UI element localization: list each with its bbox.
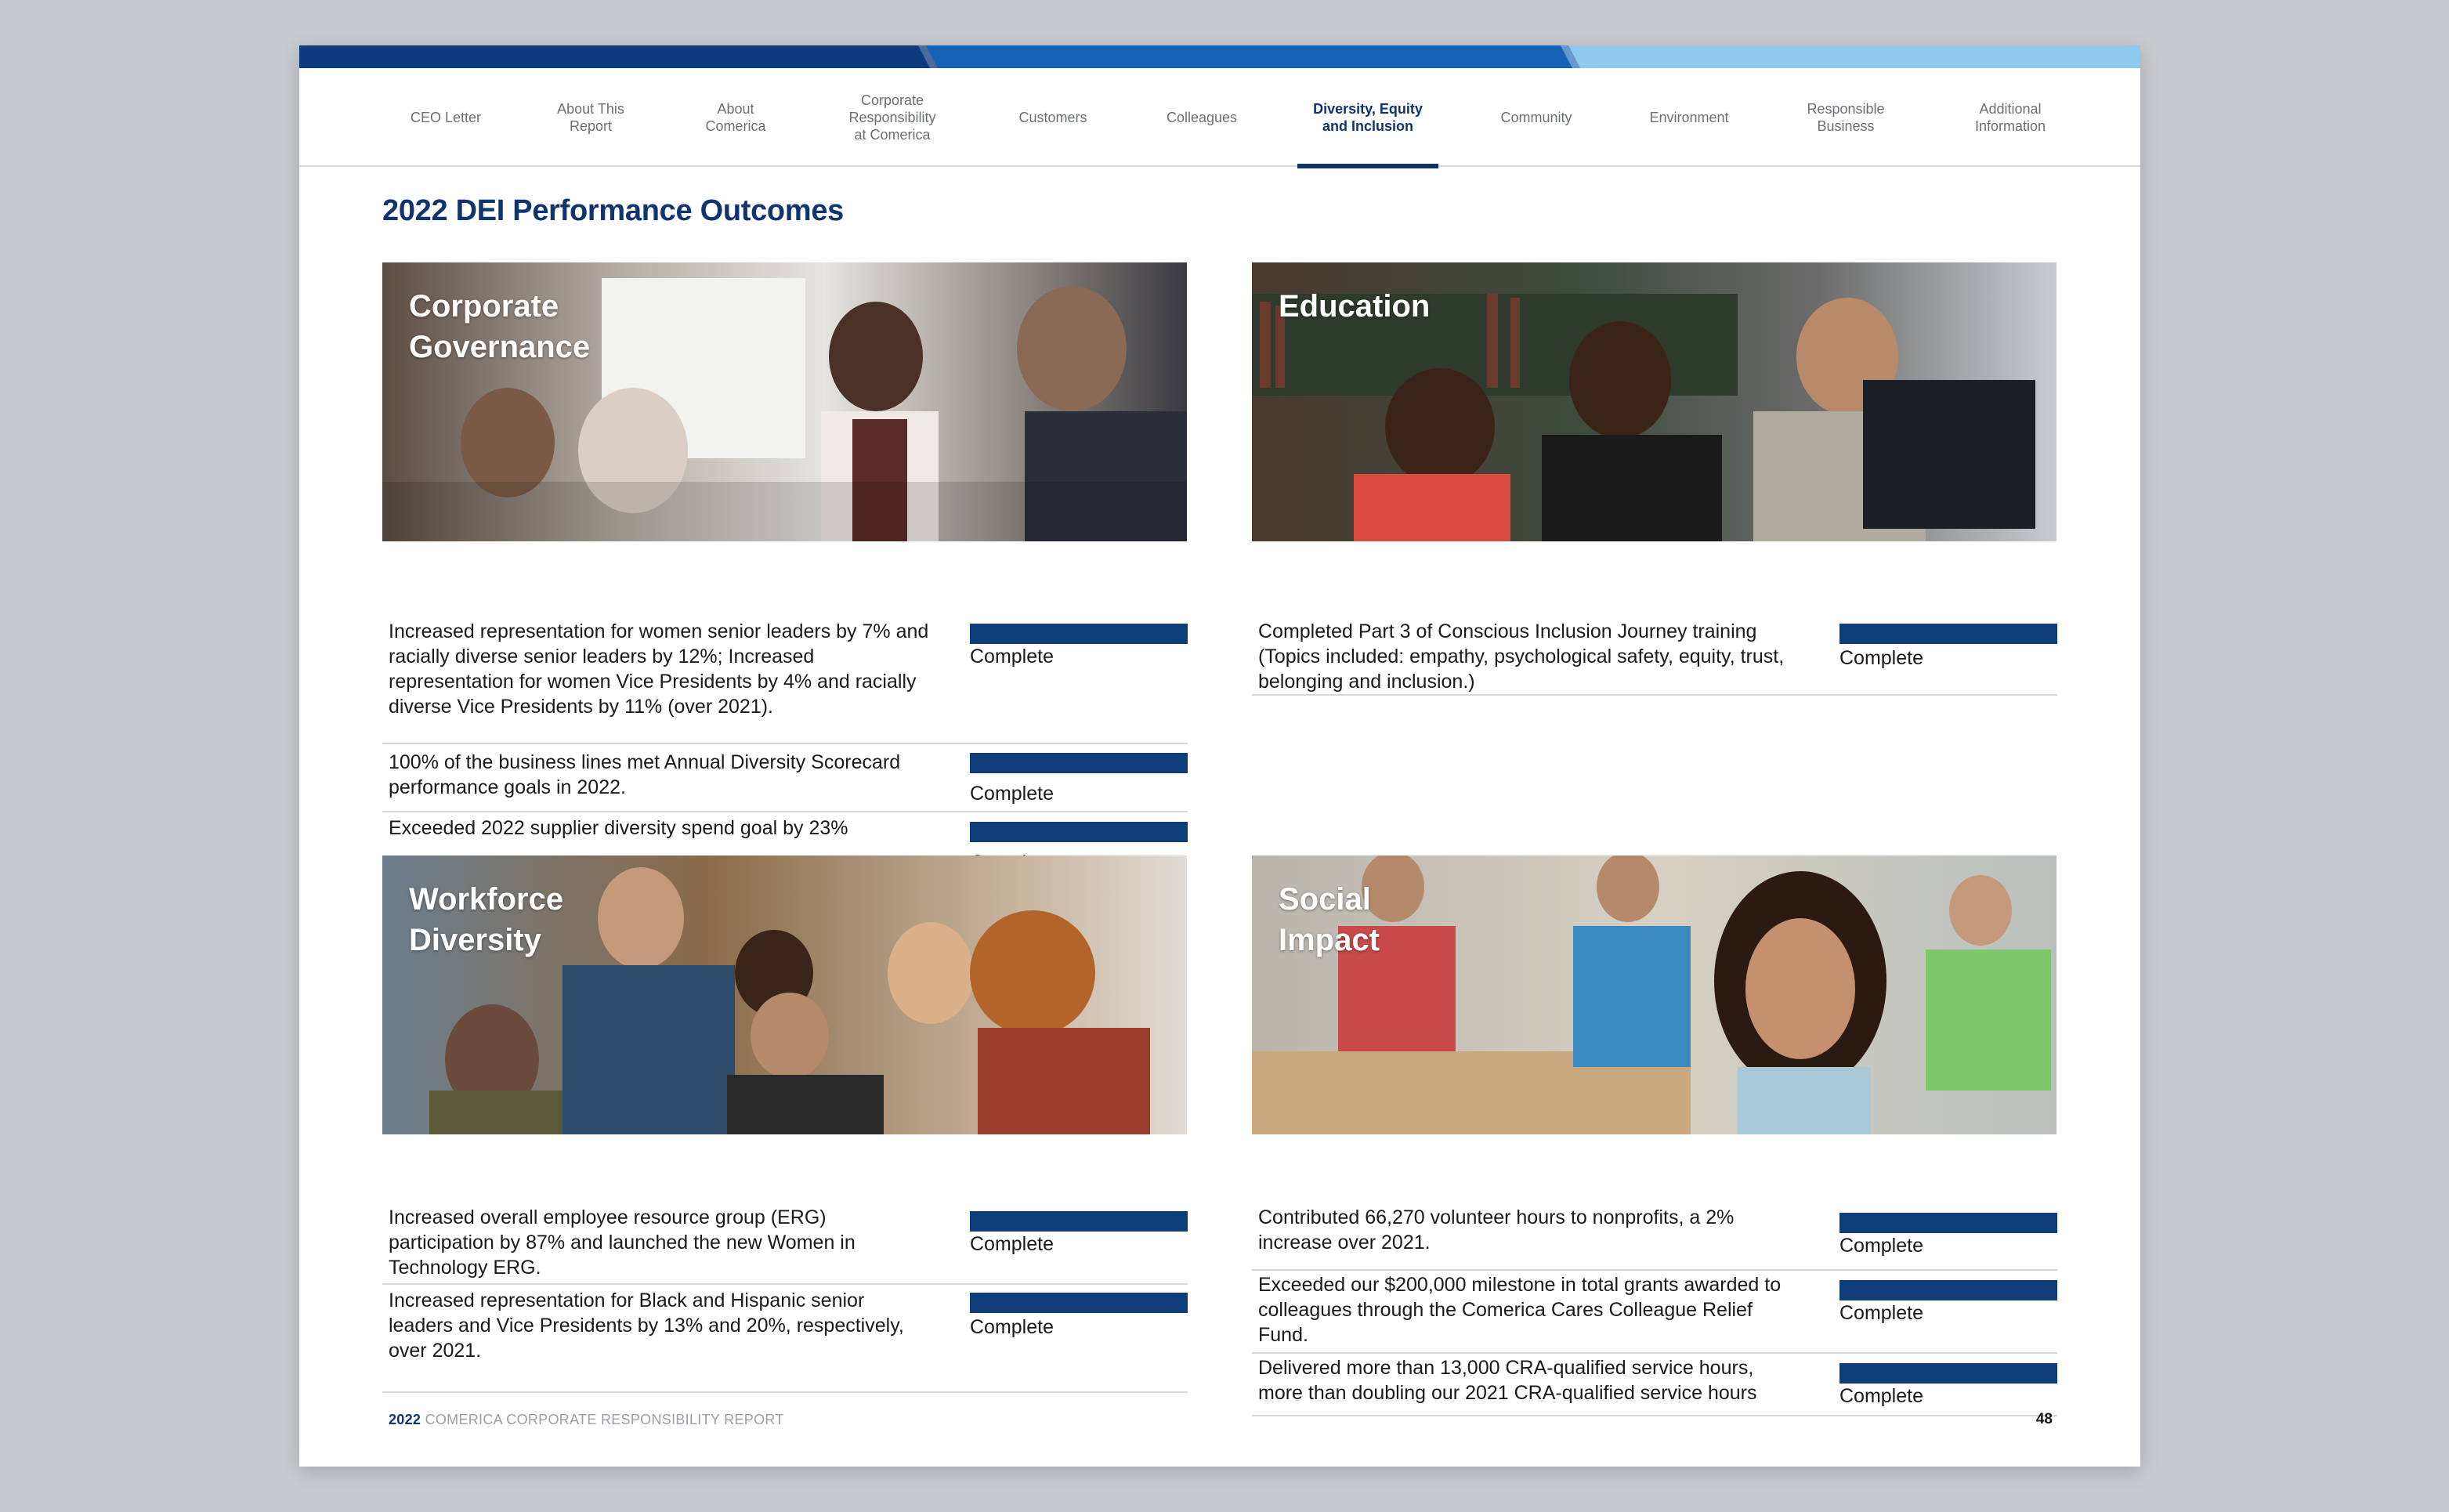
top-color-stripe (299, 45, 2140, 68)
page-number: 48 (2035, 1411, 2053, 1427)
page-title: 2022 DEI Performance Outcomes (382, 194, 845, 227)
corporate-governance-title: Corporate Governance (409, 289, 591, 364)
progress-bar (1839, 1363, 2057, 1384)
outcome-text: Increased representation for women senio… (389, 620, 929, 718)
progress-bar (970, 624, 1188, 644)
progress-bar (1839, 1280, 2057, 1300)
table-row: 100% of the business lines met Annual Di… (382, 748, 1188, 812)
outcome-text: Exceeded 2022 supplier diversity spend g… (389, 817, 848, 839)
nav-item-dei[interactable]: Diversity, Equity and Inclusion (1297, 68, 1438, 168)
nav-item-additional-information[interactable]: Additional Information (1932, 68, 2089, 167)
outcome-text: Completed Part 3 of Conscious Inclusion … (1258, 620, 1785, 693)
nav-item-ceo-letter[interactable]: CEO Letter (371, 68, 520, 167)
table-row: Contributed 66,270 volunteer hours to no… (1252, 1205, 2057, 1271)
social-impact-title: Social Impact (1279, 882, 1380, 957)
progress-bar (1839, 1213, 2057, 1233)
outcome-text: Delivered more than 13,000 CRA-qualified… (1258, 1357, 1757, 1404)
status-label: Complete (970, 1316, 1054, 1338)
status-label: Complete (1839, 647, 1923, 669)
nav-item-about-comerica[interactable]: About Comerica (661, 68, 810, 167)
status-label: Complete (1839, 1235, 1923, 1257)
nav-item-corporate-responsibility[interactable]: Corporate Responsibility at Comerica (810, 68, 975, 167)
table-row: Exceeded our $200,000 milestone in total… (1252, 1272, 2057, 1354)
outcome-text: Increased overall employee resource grou… (389, 1206, 856, 1279)
status-label: Complete (970, 1233, 1054, 1255)
outcome-text: Exceeded our $200,000 milestone in total… (1258, 1274, 1782, 1346)
nav-item-customers[interactable]: Customers (975, 68, 1131, 167)
footer-report-title: COMERICA CORPORATE RESPONSIBILITY REPORT (425, 1412, 784, 1427)
footer-report-name: 2022 COMERICA CORPORATE RESPONSIBILITY R… (389, 1412, 784, 1428)
corporate-governance-photo-image: Corporate Governance (382, 262, 1187, 541)
outcome-text: 100% of the business lines met Annual Di… (389, 751, 901, 798)
progress-bar (970, 1293, 1188, 1313)
nav-item-responsible-business[interactable]: Responsible Business (1760, 68, 1932, 167)
nav-item-community[interactable]: Community (1454, 68, 1619, 167)
nav-item-colleagues[interactable]: Colleagues (1131, 68, 1272, 167)
progress-bar (1839, 624, 2057, 644)
report-page: CEO Letter About This Report About Comer… (299, 45, 2140, 1467)
education-title: Education (1279, 289, 1431, 324)
education-photo-image: Education (1252, 262, 2057, 541)
table-row: Increased overall employee resource grou… (382, 1205, 1188, 1285)
report-section-nav: CEO Letter About This Report About Comer… (299, 68, 2140, 168)
status-label: Complete (970, 783, 1054, 805)
status-label: Complete (1839, 1302, 1923, 1324)
workforce-diversity-photo-image: Workforce Diversity (382, 855, 1187, 1134)
outcome-text: Contributed 66,270 volunteer hours to no… (1258, 1206, 1735, 1253)
status-label: Complete (970, 646, 1054, 667)
progress-bar (970, 1211, 1188, 1232)
social-impact-photo-image: Social Impact (1252, 855, 2057, 1134)
workforce-diversity-title: Workforce Diversity (409, 882, 564, 957)
progress-bar (970, 822, 1188, 842)
nav-item-about-this-report[interactable]: About This Report (520, 68, 661, 167)
table-row: Increased representation for women senio… (382, 617, 1188, 744)
table-row: Delivered more than 13,000 CRA-qualified… (1252, 1355, 2057, 1416)
nav-item-environment[interactable]: Environment (1619, 68, 1760, 167)
progress-bar (970, 753, 1188, 773)
footer-year: 2022 (389, 1412, 421, 1427)
table-row: Completed Part 3 of Conscious Inclusion … (1252, 617, 2057, 696)
status-label: Complete (1839, 1385, 1923, 1407)
table-row: Increased representation for Black and H… (382, 1286, 1188, 1393)
outcome-text: Increased representation for Black and H… (389, 1290, 904, 1362)
